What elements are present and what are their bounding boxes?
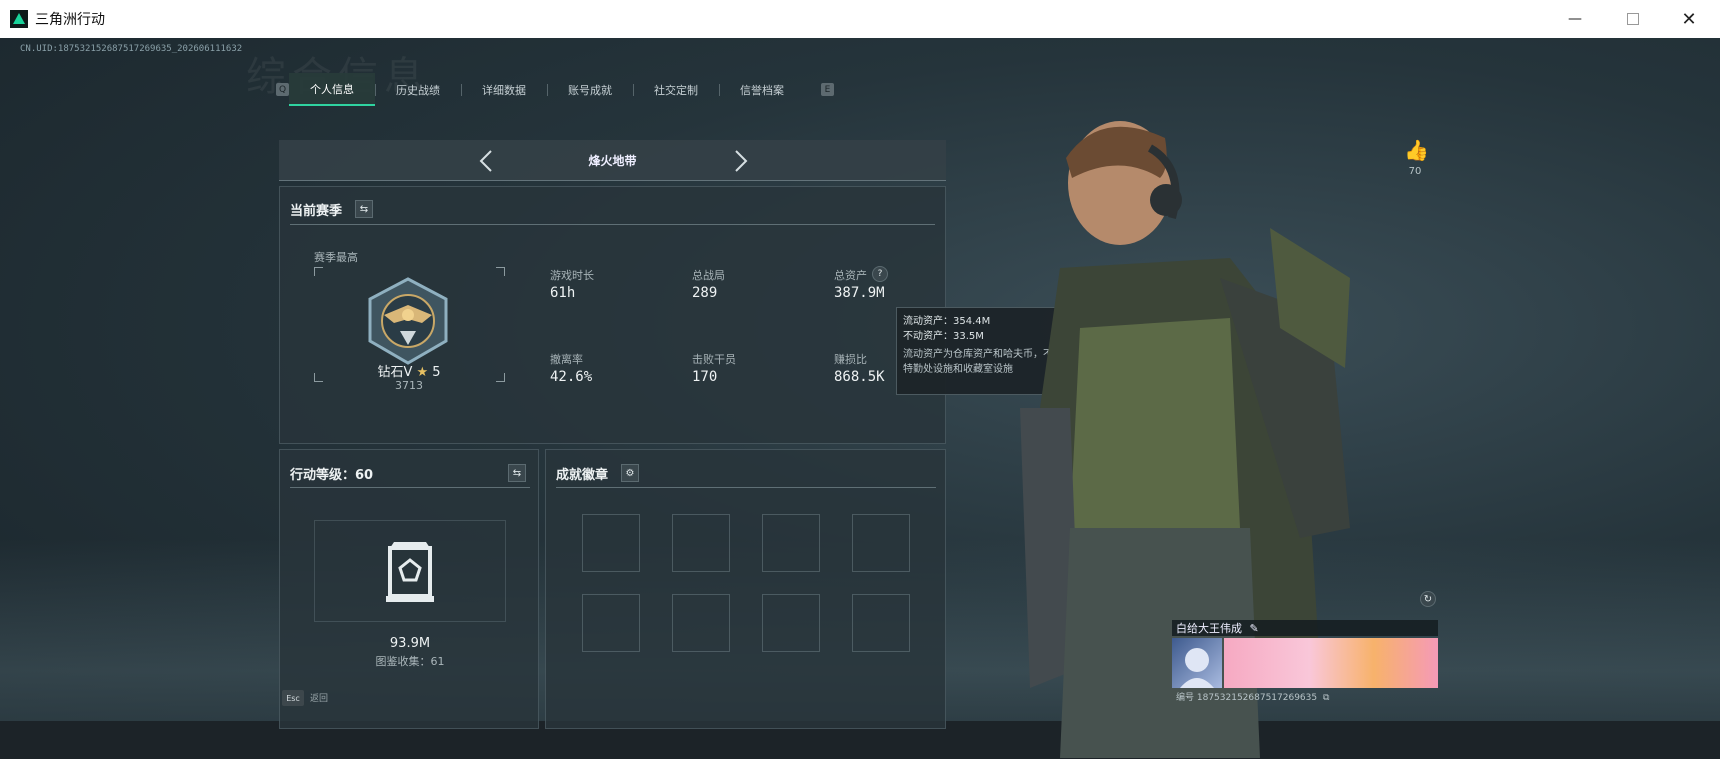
player-id: 编号 18753215268751726963​5 [1176,693,1318,703]
stat-playtime-label: 游戏时长 [550,269,594,282]
stat-extract-rate-label: 撤离率 [550,353,583,366]
badge-slot[interactable] [582,594,640,652]
tab-personal-info[interactable]: 个人信息 [289,73,375,106]
tab-detail-data[interactable]: 详细数据 [461,73,547,106]
rank-name-row: 钻石V ★ 5 [314,361,504,380]
thumbs-up-icon[interactable]: 👍 [1404,138,1429,162]
tab-history[interactable]: 历史战绩 [375,73,461,106]
stat-total-matches-label: 总战局 [692,269,725,282]
stat-profit-ratio-value: 868.5K [834,369,885,385]
like-count: 70 [1408,166,1422,177]
back-label[interactable]: 返回 [310,691,328,704]
tab-next-key[interactable]: E [821,83,834,96]
stat-total-assets-value: 387.9M [834,285,885,301]
badge-slot[interactable] [762,594,820,652]
stat-kills-label: 击败干员 [692,353,736,366]
tab-reputation[interactable]: 信誉档案 [719,73,805,106]
badge-slot[interactable] [852,514,910,572]
stat-extract-rate-value: 42.6% [550,369,593,385]
collection-case-icon [386,542,434,602]
chevron-right-icon[interactable] [734,149,748,173]
maximize-icon[interactable] [1604,0,1662,38]
collection-label: 图鉴收集：61 [375,655,445,668]
star-icon: ★ [416,365,429,380]
season-highest-label: 赛季最高 [314,251,358,264]
player-namecard: 白给大王伟成 ✎ 编号 18753215268751726963​5 ⧉ [1172,620,1438,728]
rank-stars: 5 [432,365,441,380]
tab-achievements[interactable]: 账号成就 [547,73,633,106]
badges-title: 成就徽章 [556,468,609,483]
season-panel: 当前赛季 ⇆ 赛季最高 钻石V ★ 5 3713 游戏时长 61h 总战局 28… [279,186,946,444]
stat-total-assets-label: 总资产 [834,269,867,282]
badge-slot[interactable] [762,514,820,572]
divider [290,224,935,225]
copy-icon[interactable]: ⧉ [1323,693,1329,703]
window-titlebar: 三角洲行动 — ✕ [0,0,1720,38]
player-id-row: 编号 18753215268751726963​5 ⧉ [1176,690,1329,703]
season-title: 当前赛季 [290,204,343,219]
pencil-icon[interactable]: ✎ [1250,622,1259,635]
badge-slot[interactable] [852,594,910,652]
rank-points: 3713 [395,379,423,392]
badge-slot[interactable] [672,514,730,572]
stat-kills-value: 170 [692,369,718,385]
divider [556,487,936,488]
tab-prev-key[interactable]: Q [276,83,289,96]
app-logo-icon [10,10,28,28]
mode-selector: 烽火地带 [279,140,946,181]
gear-icon[interactable]: ⚙ [621,464,639,482]
game-viewport: CN.UID:18753215268751726963​5_2026061116… [0,38,1720,759]
divider [290,487,530,488]
swap-icon[interactable]: ⇆ [508,464,526,482]
refresh-icon[interactable]: ↻ [1420,591,1436,607]
minimize-icon[interactable]: — [1546,0,1604,38]
uid-text: CN.UID:18753215268751726963​5_2026061116… [20,44,243,54]
question-icon[interactable]: ? [872,266,888,282]
frame-corner [314,267,323,276]
avatar-portrait-icon [1180,648,1214,688]
tab-bar: Q 个人信息 历史战绩 详细数据 账号成就 社交定制 信誉档案 E [276,73,834,106]
badges-panel: 成就徽章 ⚙ [545,449,946,729]
rank-name: 钻石V [377,365,413,380]
badge-slot[interactable] [672,594,730,652]
tab-social[interactable]: 社交定制 [633,73,719,106]
stat-total-matches-value: 289 [692,285,718,301]
namecard-header: 白给大王伟成 ✎ [1172,620,1438,636]
esc-key[interactable]: Esc [282,690,304,706]
namecard-banner [1224,638,1438,688]
stat-playtime-value: 61h [550,285,576,301]
rank-emblem-icon [368,277,448,365]
badge-slot[interactable] [582,514,640,572]
stat-profit-ratio-label: 赚损比 [834,353,867,366]
player-name: 白给大王伟成 [1176,622,1242,635]
swap-icon[interactable]: ⇆ [355,200,373,218]
chevron-left-icon[interactable] [479,149,493,173]
close-icon[interactable]: ✕ [1660,0,1718,38]
mode-title: 烽火地带 [588,153,637,168]
frame-corner [496,267,505,276]
level-panel: 行动等级：60 ⇆ 93.9M 图鉴收集：61 [279,449,539,729]
level-title: 行动等级：60 [290,468,374,483]
level-value: 93.9M [389,636,431,651]
window-title: 三角洲行动 [35,12,105,28]
avatar[interactable] [1172,638,1222,688]
